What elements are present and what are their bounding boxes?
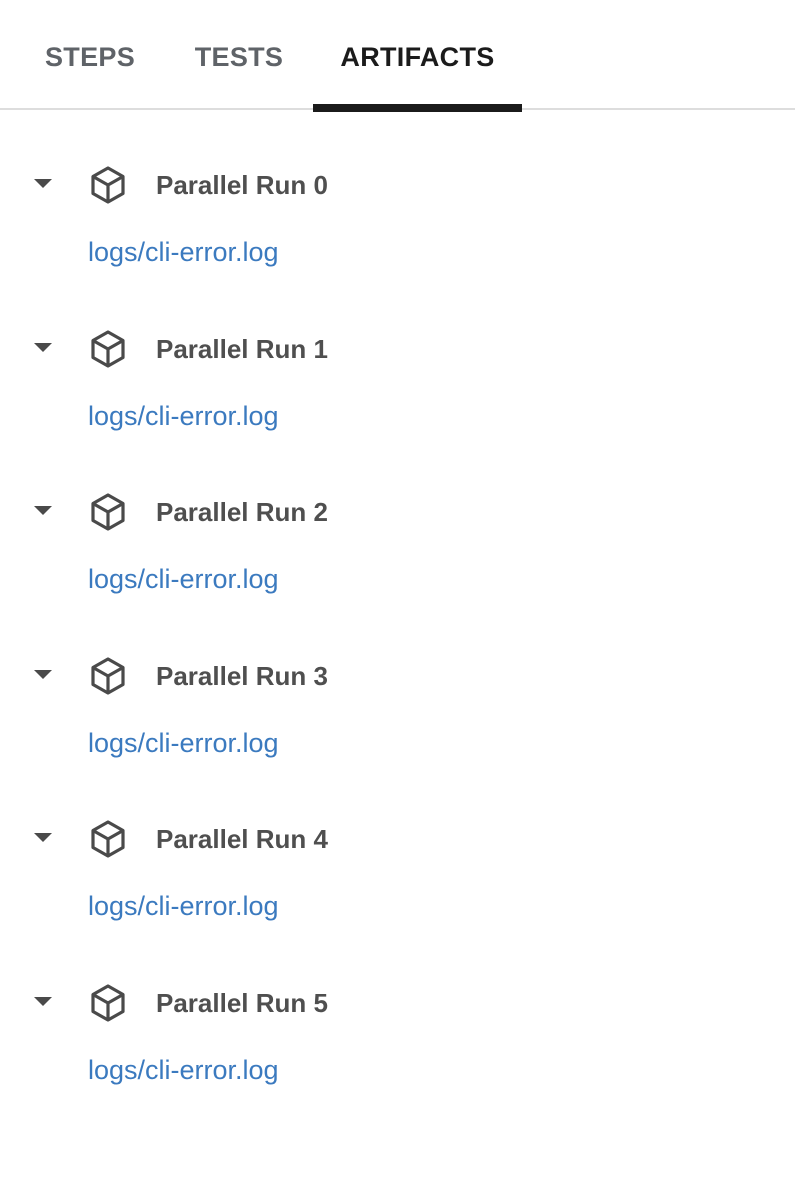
tab-steps[interactable]: STEPS (30, 0, 150, 110)
group-header-parallel-run-5[interactable]: Parallel Run 5 (0, 973, 400, 1035)
cube-icon (91, 493, 125, 531)
cube-icon (91, 166, 125, 204)
artifact-group: Parallel Run 5 logs/cli-error.log (0, 928, 795, 1092)
cube-icon (91, 656, 125, 695)
artifact-group: Parallel Run 3 logs/cli-error.log (0, 601, 795, 765)
caret-down-icon[interactable] (34, 342, 52, 352)
group-title: Parallel Run 5 (156, 987, 328, 1018)
cube-icon (91, 329, 125, 368)
caret-down-icon[interactable] (34, 996, 52, 1006)
artifact-group: Parallel Run 0 logs/cli-error.log (0, 110, 795, 274)
artifact-group: Parallel Run 2 logs/cli-error.log (0, 437, 795, 601)
tab-tests[interactable]: TESTS (180, 0, 298, 110)
group-title: Parallel Run 3 (156, 660, 328, 691)
artifact-group: Parallel Run 4 logs/cli-error.log (0, 764, 795, 928)
group-header-parallel-run-2[interactable]: Parallel Run 2 (0, 482, 400, 544)
group-header-parallel-run-4[interactable]: Parallel Run 4 (0, 809, 400, 871)
artifact-link[interactable]: logs/cli-error.log (88, 564, 279, 595)
group-title: Parallel Run 1 (156, 333, 328, 364)
tab-artifacts-label: ARTIFACTS (340, 42, 495, 72)
artifact-group-list: Parallel Run 0 logs/cli-error.log Parall… (0, 110, 795, 1091)
cube-icon (91, 983, 125, 1022)
group-header-parallel-run-1[interactable]: Parallel Run 1 (0, 319, 400, 381)
artifact-link[interactable]: logs/cli-error.log (88, 401, 279, 432)
artifact-group: Parallel Run 1 logs/cli-error.log (0, 274, 795, 438)
artifact-link[interactable]: logs/cli-error.log (88, 891, 279, 922)
group-header-parallel-run-3[interactable]: Parallel Run 3 (0, 646, 400, 708)
caret-down-icon[interactable] (34, 669, 52, 679)
caret-down-icon[interactable] (34, 833, 52, 842)
artifact-link[interactable]: logs/cli-error.log (88, 1055, 279, 1086)
tab-steps-label: STEPS (44, 42, 136, 72)
group-title: Parallel Run 2 (156, 497, 328, 527)
tab-artifacts[interactable]: ARTIFACTS (313, 0, 522, 112)
caret-down-icon[interactable] (34, 506, 52, 515)
group-title: Parallel Run 0 (156, 170, 328, 200)
group-header-parallel-run-0[interactable]: Parallel Run 0 (0, 155, 400, 217)
group-title: Parallel Run 4 (156, 824, 328, 854)
artifact-link[interactable]: logs/cli-error.log (88, 728, 279, 759)
tab-tests-label: TESTS (194, 42, 284, 72)
tab-bar: STEPS TESTS ARTIFACTS (0, 0, 795, 112)
artifact-link[interactable]: logs/cli-error.log (88, 237, 279, 268)
caret-down-icon[interactable] (34, 179, 52, 188)
cube-icon (91, 820, 125, 858)
